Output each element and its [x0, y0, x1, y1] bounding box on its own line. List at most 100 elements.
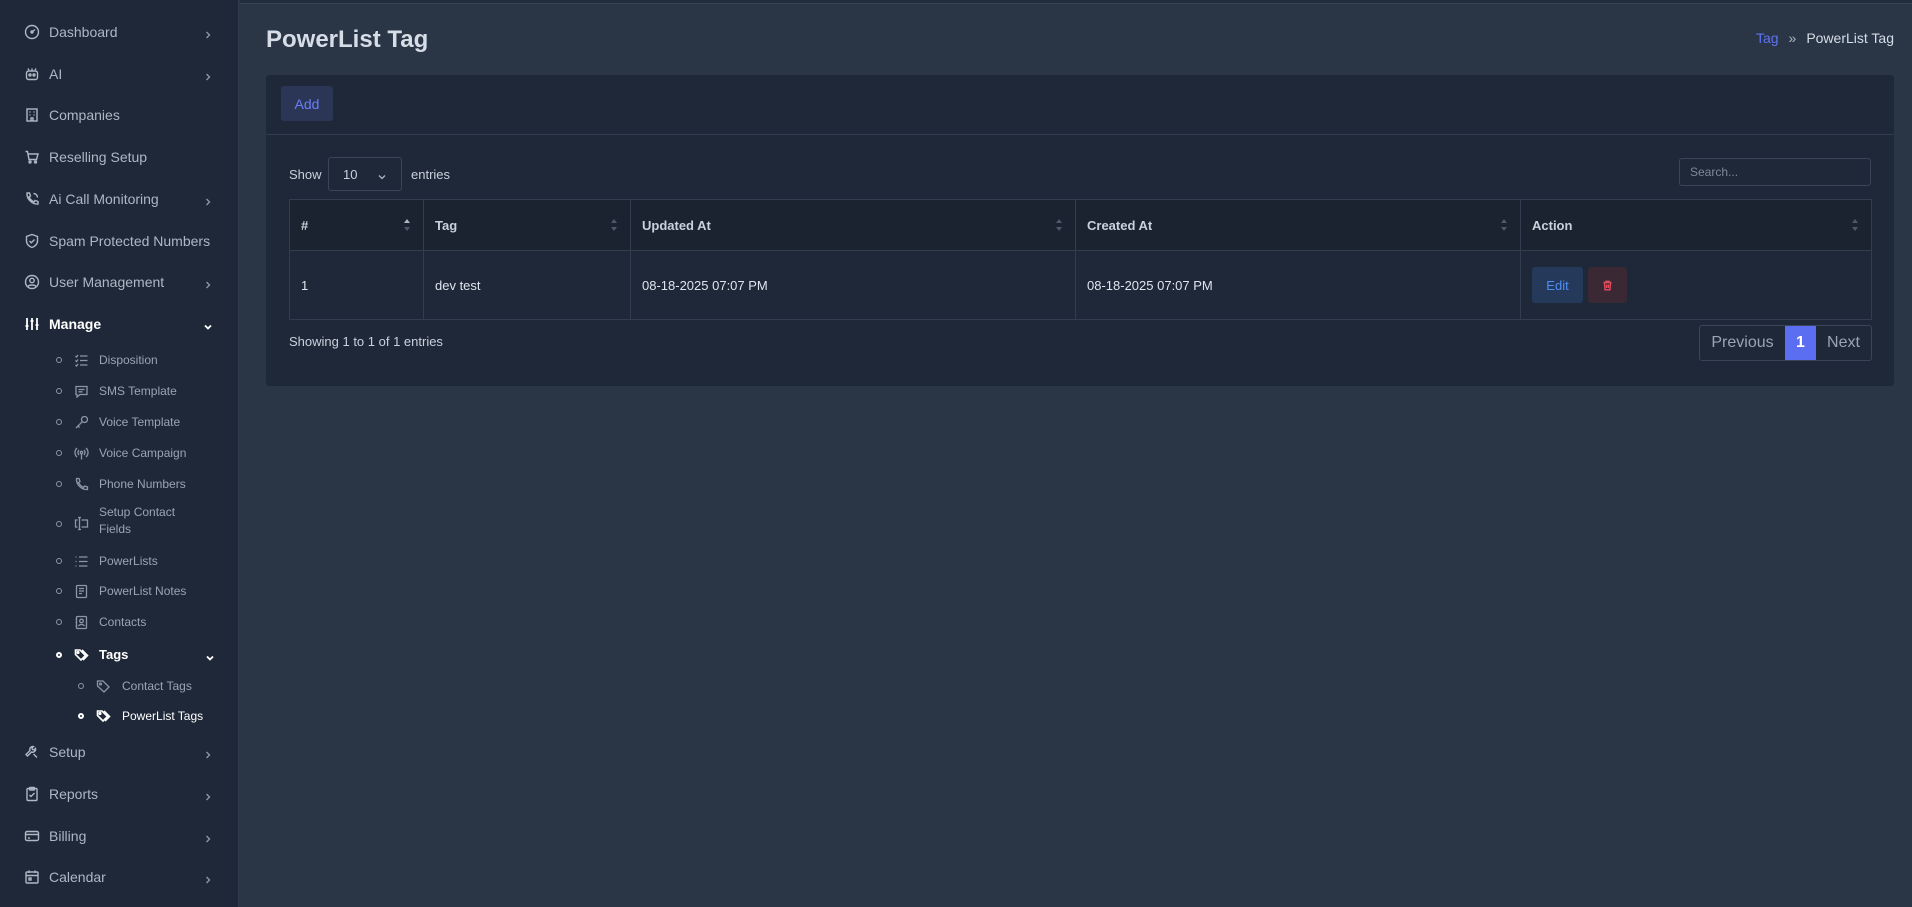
table-header-row: # Tag Updated At Created At Action: [289, 199, 1872, 251]
sidebar-subitem-label: PowerList Tags: [122, 709, 204, 723]
sidebar-subitem-label: PowerLists: [99, 554, 158, 568]
sidebar-item-dashboard[interactable]: Dashboard: [0, 14, 238, 50]
sidebar-item-label: Dashboard: [49, 24, 118, 40]
cart-icon: [24, 149, 40, 165]
chevron-right-icon: [203, 277, 213, 289]
sidebar-item-user-management[interactable]: User Management: [0, 264, 238, 300]
sort-icon: [1501, 219, 1508, 231]
sidebar-subitem-label: PowerList Notes: [99, 584, 187, 598]
search-input[interactable]: [1679, 158, 1871, 186]
clipboard-icon: [24, 786, 40, 802]
sidebar-item-setup[interactable]: Setup: [0, 734, 238, 770]
sidebar-subitem-contact-tags[interactable]: Contact Tags: [0, 675, 238, 697]
sidebar-subitem-label-line2: Fields: [99, 522, 132, 536]
previous-page-button[interactable]: Previous: [1700, 326, 1785, 360]
page-title: PowerList Tag: [266, 26, 429, 53]
phone-icon: [74, 477, 89, 492]
chevron-down-icon: [205, 650, 215, 661]
card-icon: [24, 828, 40, 844]
sidebar-item-label: Ai Call Monitoring: [49, 191, 159, 207]
sidebar-item-label: Manage: [49, 316, 102, 332]
sidebar-item-calendar[interactable]: Calendar: [0, 859, 238, 895]
contacts-icon: [74, 615, 89, 630]
key-icon: [74, 415, 89, 430]
column-header-tag[interactable]: Tag: [423, 199, 631, 251]
shield-icon: [24, 233, 40, 249]
sidebar-item-label: Companies: [49, 107, 120, 123]
input-field-icon: [74, 516, 89, 531]
gauge-icon: [24, 24, 40, 40]
sidebar-item-reports[interactable]: Reports: [0, 776, 238, 812]
sidebar-subitem-label: Phone Numbers: [99, 477, 186, 491]
cell-number: 1: [289, 250, 424, 320]
sidebar-item-label: Setup: [49, 744, 86, 760]
chevron-right-icon: [203, 789, 213, 801]
sidebar-subitem-powerlist-tags[interactable]: PowerList Tags: [0, 705, 238, 727]
chevron-right-icon: [203, 831, 213, 843]
sidebar-item-billing[interactable]: Billing: [0, 818, 238, 854]
sidebar-subitem-sms-template[interactable]: SMS Template: [0, 380, 238, 402]
sidebar-subitem-label: Contact Tags: [122, 679, 192, 693]
sidebar-item-label: Reselling Setup: [49, 149, 148, 165]
sidebar-subitem-label: SMS Template: [99, 384, 177, 398]
sidebar-subitem-tags[interactable]: Tags: [0, 643, 238, 667]
breadcrumb-current: PowerList Tag: [1806, 30, 1894, 46]
cell-created-at: 08-18-2025 07:07 PM: [1075, 250, 1521, 320]
sidebar-item-ai[interactable]: AI: [0, 56, 238, 92]
column-header-created-at[interactable]: Created At: [1075, 199, 1521, 251]
tags-icon: [74, 648, 89, 663]
sidebar-subitem-disposition[interactable]: Disposition: [0, 349, 238, 371]
next-page-button[interactable]: Next: [1816, 326, 1871, 360]
column-header-action[interactable]: Action: [1520, 199, 1872, 251]
add-button[interactable]: Add: [281, 86, 333, 121]
top-bar: [240, 0, 1912, 4]
breadcrumb-separator: »: [1788, 30, 1797, 46]
chevron-right-icon: [203, 194, 213, 206]
sidebar-item-ai-call-monitoring[interactable]: Ai Call Monitoring: [0, 181, 238, 217]
page-length-value: 10: [343, 166, 358, 182]
phone-call-icon: [24, 191, 40, 207]
cell-action: Edit: [1520, 250, 1872, 320]
sidebar-subitem-label: Voice Campaign: [99, 446, 187, 460]
sidebar-subitem-label: Tags: [99, 647, 129, 662]
sidebar-subitem-label: Voice Template: [99, 415, 181, 429]
entries-label: entries: [411, 167, 451, 182]
sidebar-item-label: Billing: [49, 828, 87, 844]
robot-icon: [24, 66, 40, 82]
chevron-right-icon: [203, 27, 213, 39]
edit-button[interactable]: Edit: [1532, 267, 1583, 303]
building-icon: [24, 107, 40, 123]
sidebar-subitem-voice-campaign[interactable]: Voice Campaign: [0, 442, 238, 464]
table-row: 1 dev test 08-18-2025 07:07 PM 08-18-202…: [289, 250, 1872, 320]
cell-tag: dev test: [423, 250, 631, 320]
chevron-right-icon: [203, 69, 213, 81]
user-circle-icon: [24, 274, 40, 290]
sidebar-item-companies[interactable]: Companies: [0, 97, 238, 133]
tags-icon: [96, 709, 111, 724]
sidebar-subitem-setup-contact-fields[interactable]: Setup Contact Fields: [0, 504, 238, 538]
tags-card: Add Show 10 entries # Tag Updated At Cre…: [266, 75, 1894, 386]
sidebar-subitem-label: Setup Contact: [99, 505, 176, 519]
sidebar-item-manage[interactable]: Manage: [0, 306, 238, 342]
sidebar-subitem-powerlists[interactable]: PowerLists: [0, 550, 238, 572]
column-header-number[interactable]: #: [289, 199, 424, 251]
sidebar-item-spam-protected-numbers[interactable]: Spam Protected Numbers: [0, 223, 238, 259]
calendar-icon: [24, 869, 40, 885]
notes-icon: [74, 584, 89, 599]
column-header-updated-at[interactable]: Updated At: [630, 199, 1076, 251]
sidebar-item-label: AI: [49, 66, 63, 82]
chevron-down-icon: [377, 170, 387, 180]
sidebar-item-reselling-setup[interactable]: Reselling Setup: [0, 139, 238, 175]
cell-updated-at: 08-18-2025 07:07 PM: [630, 250, 1076, 320]
page-button-1[interactable]: 1: [1785, 326, 1816, 360]
sidebar-subitem-contacts[interactable]: Contacts: [0, 611, 238, 633]
delete-button[interactable]: [1587, 267, 1627, 303]
page-length-select[interactable]: 10: [328, 157, 402, 191]
chevron-right-icon: [203, 872, 213, 884]
sidebar-subitem-powerlist-notes[interactable]: PowerList Notes: [0, 580, 238, 602]
sidebar-subitem-voice-template[interactable]: Voice Template: [0, 411, 238, 433]
sidebar-item-label: Reports: [49, 786, 99, 802]
chevron-right-icon: [203, 747, 213, 759]
breadcrumb-link-tag[interactable]: Tag: [1756, 30, 1779, 46]
sidebar-subitem-phone-numbers[interactable]: Phone Numbers: [0, 473, 238, 495]
